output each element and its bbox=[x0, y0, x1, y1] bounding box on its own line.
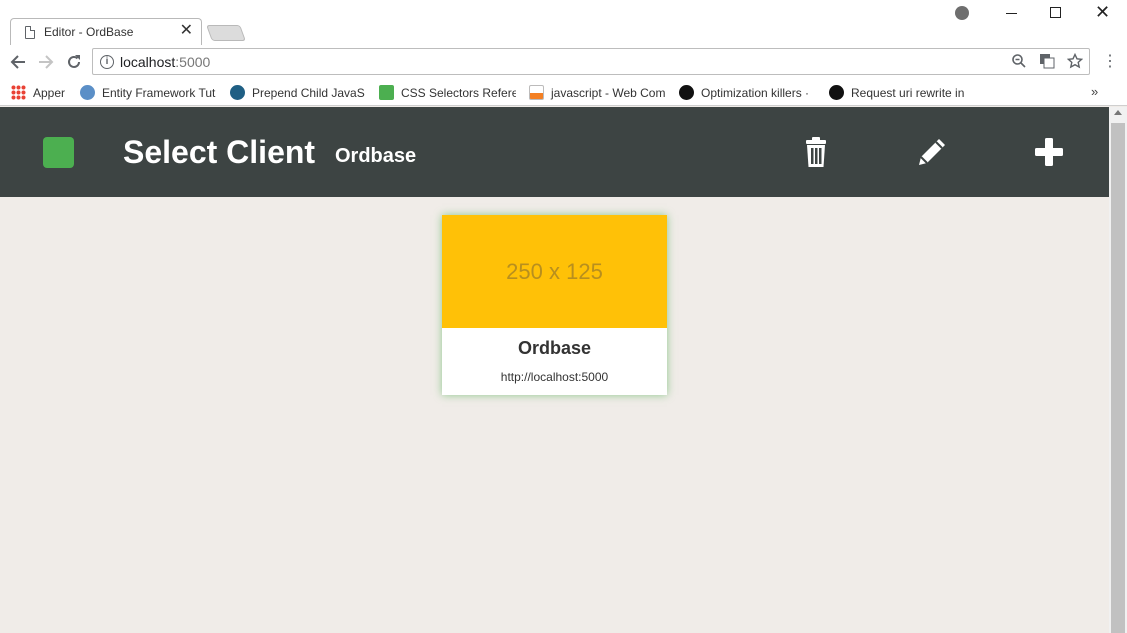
bookmark-item[interactable]: Entity Framework Tut bbox=[80, 85, 217, 100]
bookmark-item[interactable]: Apper bbox=[11, 85, 71, 100]
bookmark-item[interactable]: Request uri rewrite in bbox=[829, 85, 966, 100]
plus-icon bbox=[1035, 138, 1063, 166]
bookmark-item[interactable]: Prepend Child JavaSc bbox=[230, 85, 365, 100]
url-text[interactable]: localhost:5000 bbox=[120, 54, 210, 70]
client-card[interactable]: 250 x 125 Ordbase http://localhost:5000 bbox=[442, 215, 667, 395]
client-name: Ordbase bbox=[517, 338, 592, 358]
client-image-placeholder: 250 x 125 bbox=[442, 215, 667, 328]
minimize-icon[interactable] bbox=[1006, 13, 1017, 14]
page-icon bbox=[25, 26, 35, 39]
xbox-icon bbox=[230, 85, 245, 100]
browser-toolbar: i localhost:5000 ⋮ bbox=[0, 45, 1127, 80]
forward-icon[interactable] bbox=[37, 53, 55, 74]
client-list: 250 x 125 Ordbase http://localhost:5000 bbox=[0, 197, 1109, 633]
delete-button[interactable] bbox=[797, 133, 835, 171]
status-indicator bbox=[43, 137, 74, 168]
browser-tab-active[interactable]: Editor - OrdBase ✕ bbox=[10, 18, 202, 45]
scroll-up-arrow-icon[interactable] bbox=[1114, 110, 1122, 115]
bookmark-item[interactable]: javascript - Web Com bbox=[529, 85, 666, 100]
apps-grid-icon bbox=[11, 85, 26, 100]
address-bar[interactable]: i localhost:5000 bbox=[92, 48, 1090, 75]
tab-title: Editor - OrdBase bbox=[44, 25, 134, 39]
tab-close-icon[interactable]: ✕ bbox=[180, 22, 193, 40]
close-window-icon[interactable]: ✕ bbox=[1095, 3, 1110, 21]
bookmarks-bar: Apper Entity Framework Tut Prepend Child… bbox=[0, 80, 1127, 106]
browser-menu-icon[interactable]: ⋮ bbox=[1102, 54, 1118, 70]
pencil-icon bbox=[919, 139, 945, 165]
bookmark-star-icon[interactable] bbox=[1066, 52, 1084, 69]
trash-icon bbox=[806, 137, 826, 167]
bookmarks-overflow-button[interactable]: » bbox=[1091, 84, 1098, 99]
scrollbar-thumb[interactable] bbox=[1111, 123, 1125, 633]
browser-tabstrip: Editor - OrdBase ✕ ✕ bbox=[0, 0, 1127, 45]
back-icon[interactable] bbox=[9, 53, 27, 74]
page-subtitle: Ordbase bbox=[335, 145, 417, 167]
stackoverflow-icon bbox=[529, 85, 544, 100]
w3schools-icon bbox=[379, 85, 394, 100]
translate-icon[interactable] bbox=[1039, 53, 1055, 69]
zoom-icon[interactable] bbox=[1011, 53, 1027, 69]
info-icon[interactable]: i bbox=[100, 55, 114, 69]
add-button[interactable] bbox=[1030, 133, 1068, 171]
github-icon bbox=[829, 85, 844, 100]
entity-framework-icon bbox=[80, 85, 95, 100]
page-title: Select Client bbox=[123, 134, 316, 170]
profile-icon[interactable] bbox=[955, 6, 969, 20]
client-url: http://localhost:5000 bbox=[500, 370, 609, 384]
page-scrollbar[interactable] bbox=[1109, 107, 1127, 633]
maximize-icon[interactable] bbox=[1050, 7, 1061, 18]
app-header: Select Client Ordbase bbox=[0, 107, 1109, 197]
new-tab-button[interactable] bbox=[206, 25, 246, 41]
edit-button[interactable] bbox=[913, 133, 951, 171]
reload-icon[interactable] bbox=[65, 53, 83, 74]
bookmark-item[interactable]: Optimization killers · bbox=[679, 85, 816, 100]
bookmark-item[interactable]: CSS Selectors Referer bbox=[379, 85, 516, 100]
github-icon bbox=[679, 85, 694, 100]
